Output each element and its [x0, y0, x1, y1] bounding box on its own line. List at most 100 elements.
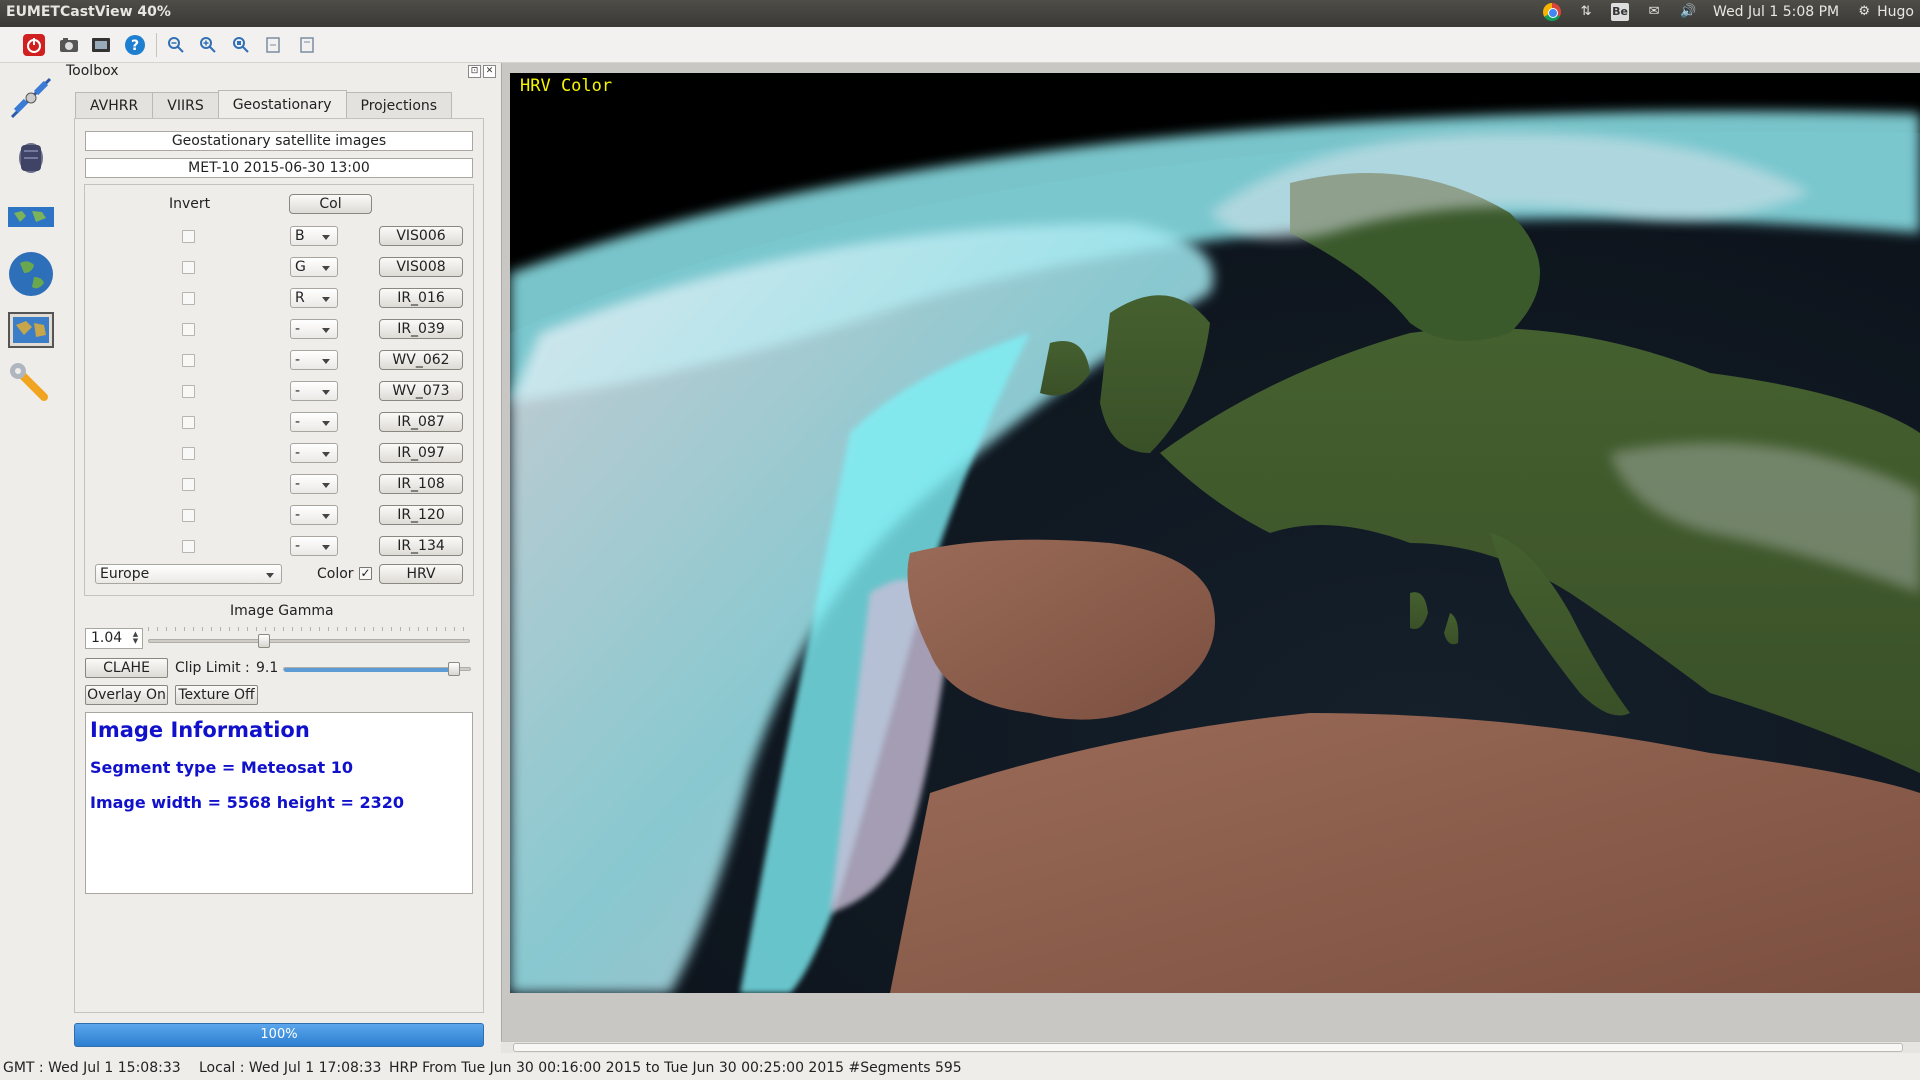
float-panel-button[interactable]: ⊡	[468, 65, 481, 78]
window-title: EUMETCastView 40%	[6, 4, 171, 20]
channel-color-select[interactable]: -	[290, 505, 338, 525]
fit-window-button[interactable]	[260, 32, 286, 58]
status-gmt: GMT : Wed Jul 1 15:08:33	[3, 1060, 181, 1076]
channel-color-select[interactable]: -	[290, 319, 338, 339]
channel-color-select[interactable]: -	[290, 536, 338, 556]
help-icon: ?	[125, 35, 145, 55]
satellite-image[interactable]: HRV Color	[510, 73, 1920, 993]
channel-button[interactable]: IR_120	[379, 505, 463, 525]
channel-color-select[interactable]: -	[290, 443, 338, 463]
world-map-button[interactable]	[6, 193, 56, 243]
status-bar: GMT : Wed Jul 1 15:08:33 Local : Wed Jul…	[0, 1057, 1920, 1080]
zoom-out-icon	[168, 37, 184, 53]
spin-arrows-icon[interactable]: ▲ ▼	[131, 631, 140, 646]
texture-button[interactable]: Texture Off	[175, 685, 258, 705]
progress-bar: 100%	[74, 1023, 484, 1047]
channel-color-select[interactable]: -	[290, 350, 338, 370]
clip-limit-value: 9.1	[256, 660, 279, 676]
image-information-box: Image Information Segment type = Meteosa…	[85, 712, 473, 894]
power-icon	[23, 34, 45, 56]
geo-satellite-button[interactable]	[6, 133, 56, 183]
channel-color-select[interactable]: -	[290, 474, 338, 494]
zoom-out-button[interactable]	[163, 32, 189, 58]
channel-color-select[interactable]: G	[290, 257, 338, 277]
camera-icon	[60, 38, 78, 52]
gamma-ticks	[148, 627, 470, 631]
region-select[interactable]: Europe	[95, 564, 282, 584]
horizontal-scrollbar[interactable]	[501, 1041, 1920, 1053]
behance-icon[interactable]: Be	[1611, 3, 1630, 21]
film-icon	[92, 38, 110, 52]
svg-text:?: ?	[131, 38, 139, 54]
globe-button[interactable]	[6, 249, 56, 299]
channel-button[interactable]: IR_097	[379, 443, 463, 463]
channel-button[interactable]: IR_087	[379, 412, 463, 432]
gamma-value: 1.04	[91, 630, 123, 646]
scrollbar-thumb[interactable]	[513, 1043, 1903, 1052]
power-button[interactable]	[21, 32, 47, 58]
globe-icon	[9, 252, 53, 296]
invert-checkbox[interactable]	[182, 323, 195, 336]
channel-button[interactable]: VIS008	[379, 257, 463, 277]
status-local: Local : Wed Jul 1 17:08:33	[199, 1060, 382, 1076]
chrome-icon[interactable]	[1543, 3, 1562, 21]
invert-checkbox[interactable]	[182, 292, 195, 305]
channel-button[interactable]: WV_062	[379, 350, 463, 370]
help-button[interactable]: ?	[122, 32, 148, 58]
gamma-slider-handle[interactable]	[257, 634, 270, 648]
tab-geostationary[interactable]: Geostationary	[217, 90, 347, 119]
toolbox-title: Toolbox	[66, 63, 119, 79]
window-restore-icon	[300, 37, 314, 53]
network-icon[interactable]: ⇅	[1577, 3, 1595, 21]
channel-color-select[interactable]: R	[290, 288, 338, 308]
film-button[interactable]	[88, 32, 114, 58]
gamma-spinbox[interactable]: 1.04 ▲ ▼	[85, 628, 143, 649]
tab-projections[interactable]: Projections	[345, 92, 453, 119]
invert-checkbox[interactable]	[182, 447, 195, 460]
overlay-button[interactable]: Overlay On	[85, 685, 168, 705]
satellite-button[interactable]	[6, 73, 56, 123]
invert-checkbox[interactable]	[182, 478, 195, 491]
channel-color-select[interactable]: -	[290, 412, 338, 432]
gamma-slider-track[interactable]	[148, 639, 470, 643]
invert-checkbox[interactable]	[182, 354, 195, 367]
channel-color-select[interactable]: -	[290, 381, 338, 401]
zoom-fit-button[interactable]	[228, 32, 254, 58]
channel-button[interactable]: VIS006	[379, 226, 463, 246]
col-button[interactable]: Col	[289, 194, 372, 214]
color-label: Color	[317, 566, 354, 582]
invert-checkbox[interactable]	[182, 230, 195, 243]
user-name: Hugo	[1877, 4, 1914, 20]
channel-button[interactable]: IR_134	[379, 536, 463, 556]
mail-icon[interactable]: ✉	[1645, 3, 1663, 21]
close-panel-button[interactable]: ✕	[483, 65, 496, 78]
clip-slider-handle[interactable]	[448, 662, 461, 676]
settings-tools-button[interactable]	[6, 359, 56, 409]
clock-text[interactable]: Wed Jul 1 5:08 PM	[1713, 4, 1839, 20]
user-menu[interactable]: ⚙ Hugo	[1855, 3, 1914, 21]
tab-avhrr[interactable]: AVHRR	[75, 92, 154, 119]
channel-button[interactable]: IR_108	[379, 474, 463, 494]
invert-checkbox[interactable]	[182, 540, 195, 553]
channel-button[interactable]: IR_039	[379, 319, 463, 339]
zoom-in-button[interactable]	[195, 32, 221, 58]
satellite-icon	[10, 77, 52, 119]
channel-color-select[interactable]: B	[290, 226, 338, 246]
invert-checkbox[interactable]	[182, 416, 195, 429]
screenshot-button[interactable]	[56, 32, 82, 58]
window-restore-button[interactable]	[294, 32, 320, 58]
volume-icon[interactable]: 🔊	[1679, 3, 1697, 21]
invert-checkbox[interactable]	[182, 509, 195, 522]
clahe-button[interactable]: CLAHE	[85, 658, 168, 678]
tab-viirs[interactable]: VIIRS	[152, 92, 219, 119]
projection-button[interactable]	[6, 305, 56, 355]
status-hrp: HRP From Tue Jun 30 00:16:00 2015 to Tue…	[389, 1060, 962, 1076]
invert-checkbox[interactable]	[182, 385, 195, 398]
hrv-button[interactable]: HRV	[379, 564, 463, 584]
satellite-timestamp: MET-10 2015-06-30 13:00	[85, 158, 473, 178]
color-checkbox[interactable]: ✓	[359, 567, 372, 580]
wrench-icon	[10, 363, 48, 401]
channel-button[interactable]: IR_016	[379, 288, 463, 308]
invert-checkbox[interactable]	[182, 261, 195, 274]
channel-button[interactable]: WV_073	[379, 381, 463, 401]
